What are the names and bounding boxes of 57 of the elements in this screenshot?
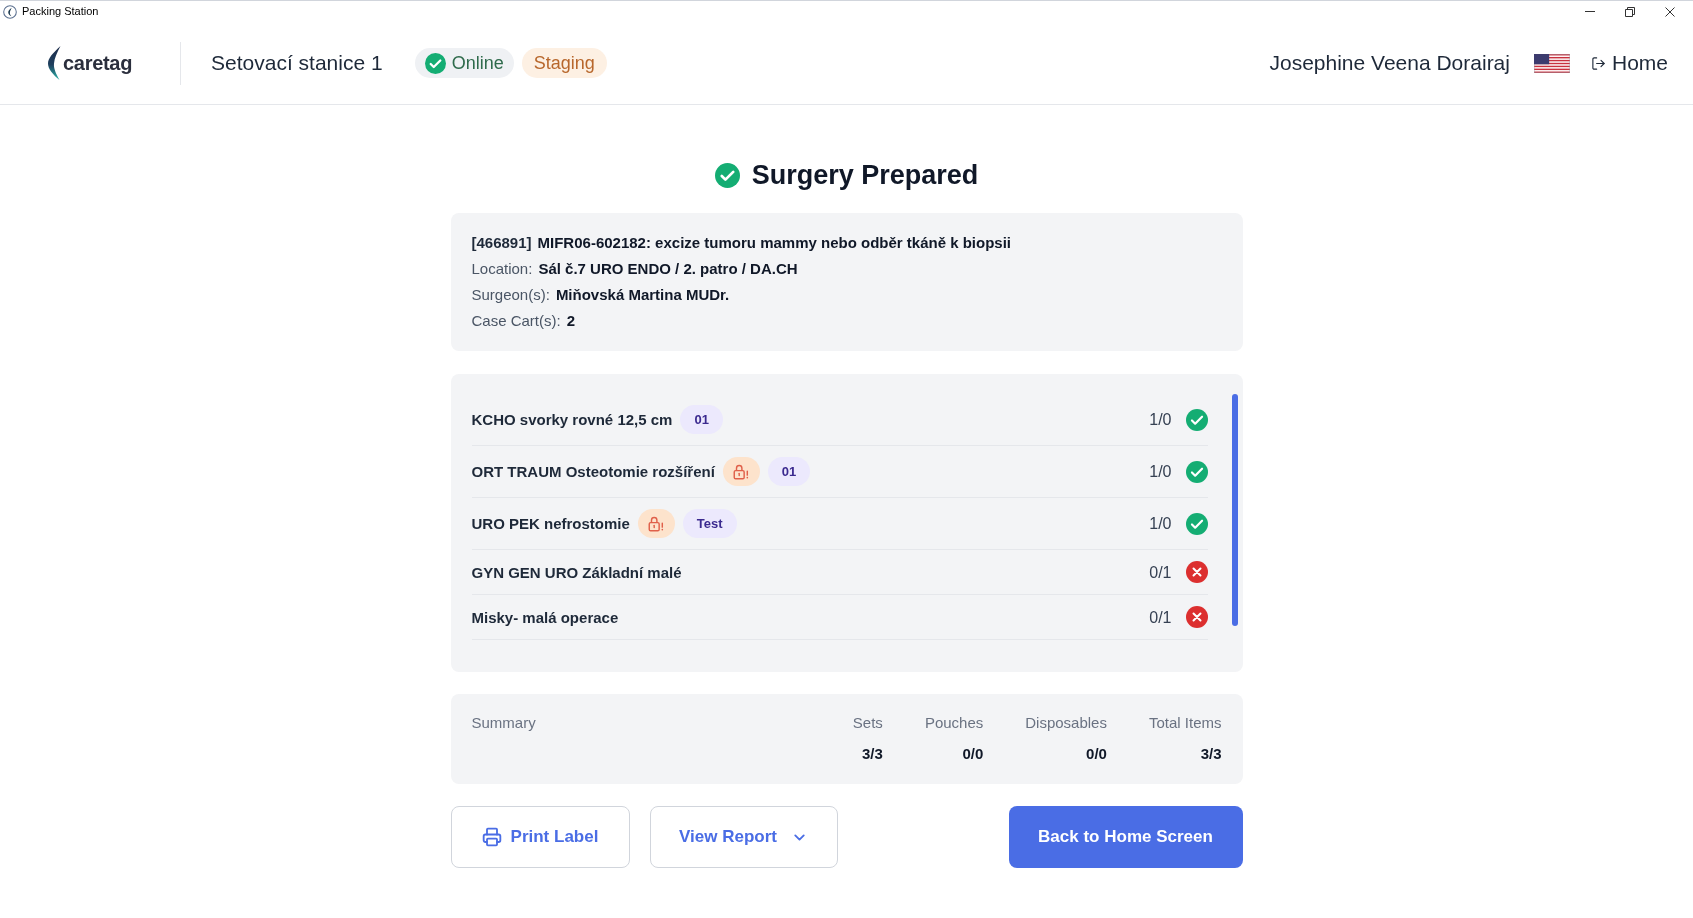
summary-label: Total Items [1148, 713, 1222, 733]
summary-label: Sets [852, 713, 883, 733]
summary-label: Disposables [1025, 713, 1107, 733]
case-title: MIFR06-602182: excize tumoru mammy nebo odběr tkáně k biopsii [537, 233, 1012, 253]
page-heading: Surgery Prepared [751, 158, 979, 192]
station-name: Setovací stanice 1 [211, 50, 383, 77]
check-circle-icon [424, 52, 446, 74]
field-value: Miňovská Martina MUDr. [555, 285, 730, 305]
item-row[interactable]: KCHO svorky rovné 12,5 cm 01 1/0 [471, 394, 1208, 446]
app-icon [3, 4, 17, 19]
field-label: Surgeon(s): [471, 285, 550, 305]
field-value: 2 [566, 311, 576, 331]
item-count: 0/1 [1149, 562, 1172, 583]
logo-wordmark: caretag [63, 51, 133, 76]
home-link[interactable]: Home [1590, 47, 1668, 79]
item-row[interactable]: URO PEK nefrostomie Test 1/0 [471, 498, 1208, 550]
close-icon [1665, 6, 1675, 17]
connection-status-label: Online [451, 54, 504, 72]
item-name: KCHO svorky rovné 12,5 cm [471, 410, 673, 430]
item-count: 1/0 [1149, 462, 1172, 482]
summary-value: 0/0 [1086, 744, 1107, 764]
summary-value: 0/0 [962, 744, 984, 764]
summary-label: Pouches [924, 713, 984, 733]
restore-icon [1625, 6, 1635, 17]
item-name: Misky- malá operace [471, 607, 619, 628]
case-id: [466891] [471, 233, 532, 253]
scrollbar-thumb[interactable] [1231, 394, 1238, 626]
item-row[interactable]: ORT TRAUM Osteotomie rozšíření 01 1/0 [471, 446, 1208, 498]
flag-icon[interactable] [1533, 53, 1570, 73]
summary-value: 3/3 [862, 744, 883, 764]
environment-badge: Staging [521, 48, 607, 78]
check-circle-icon [714, 162, 740, 188]
item-count: 1/0 [1149, 410, 1172, 430]
item-count: 1/0 [1149, 514, 1172, 534]
print-label-button[interactable]: Print Label [450, 806, 630, 868]
field-label: Case Cart(s): [471, 311, 561, 331]
item-count: 0/1 [1149, 607, 1172, 628]
user-name: Josephine Veena Dorairaj [1269, 50, 1510, 77]
window-title: Packing Station [22, 4, 99, 20]
printer-icon [481, 827, 502, 847]
item-row[interactable]: Misky- malá operace 0/1 [471, 595, 1208, 640]
item-name: URO PEK nefrostomie [471, 514, 630, 534]
field-label: Location: [471, 259, 533, 279]
summary-title: Summary [471, 713, 537, 733]
logo-mark-icon [47, 46, 61, 80]
set-tag: 01 [767, 457, 811, 486]
item-row[interactable]: GYN GEN URO Základní malé 0/1 [471, 550, 1208, 595]
item-name: GYN GEN URO Základní malé [471, 562, 682, 583]
summary-value: 3/3 [1200, 744, 1222, 764]
minimize-icon [1585, 11, 1595, 12]
view-report-dropdown[interactable]: View Report [649, 806, 838, 868]
item-name: ORT TRAUM Osteotomie rozšíření [471, 462, 715, 482]
field-value: Sál č.7 URO ENDO / 2. patro / DA.CH [538, 259, 798, 279]
set-tag: Test [682, 509, 737, 538]
set-tag: 01 [680, 405, 723, 434]
logout-icon [1590, 55, 1606, 71]
back-home-button[interactable]: Back to Home Screen [1008, 806, 1243, 868]
